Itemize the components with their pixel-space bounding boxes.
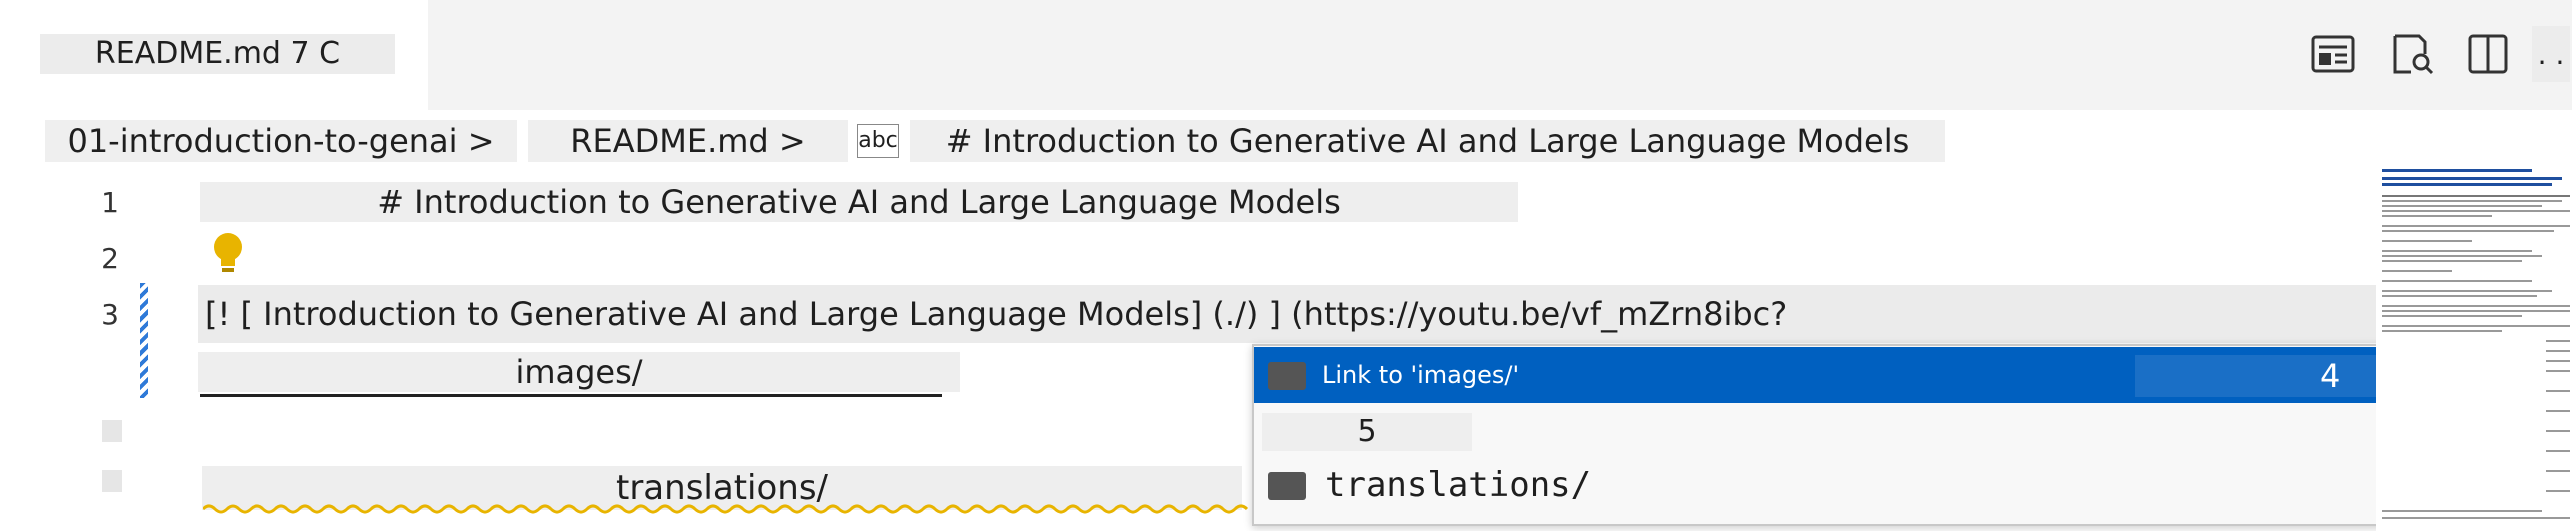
line-number: 2 xyxy=(101,242,119,275)
string-symbol-icon: abc xyxy=(857,124,899,158)
suggest-item-label[interactable]: Link to 'images/' xyxy=(1322,358,1519,392)
gutter-marker xyxy=(102,470,122,492)
suggest-item[interactable]: translations/ xyxy=(1325,462,1591,508)
breadcrumb-file[interactable]: README.md > xyxy=(528,120,848,162)
breadcrumb-heading[interactable]: # Introduction to Generative AI and Larg… xyxy=(910,120,1945,162)
line-number: 3 xyxy=(101,298,119,331)
editor-line-3[interactable]: [! [ Introduction to Generative AI and L… xyxy=(205,292,2365,336)
modified-gutter-indicator xyxy=(140,283,148,398)
editor-line-1[interactable]: # Introduction to Generative AI and Larg… xyxy=(200,182,1518,222)
line-number: 1 xyxy=(101,186,119,219)
split-editor-icon[interactable] xyxy=(2460,26,2516,82)
inline-text-images: images/ xyxy=(198,352,960,392)
suggest-item[interactable]: 5 xyxy=(1262,413,1472,451)
folder-icon xyxy=(1268,362,1306,390)
open-preview-icon[interactable] xyxy=(2305,26,2361,82)
breadcrumb-folder[interactable]: 01-introduction-to-genai > xyxy=(45,120,517,162)
preview-side-icon[interactable] xyxy=(2385,26,2441,82)
underline xyxy=(200,394,942,397)
warning-squiggle xyxy=(203,504,1249,514)
gutter-marker xyxy=(102,420,122,442)
more-actions-icon[interactable]: . . xyxy=(2532,26,2570,82)
tab-label[interactable]: README.md 7 C xyxy=(40,34,395,74)
suggest-item-detail: 4 xyxy=(2320,357,2341,395)
lightbulb-icon[interactable] xyxy=(208,230,248,280)
folder-icon xyxy=(1268,472,1306,500)
minimap[interactable] xyxy=(2376,165,2572,531)
